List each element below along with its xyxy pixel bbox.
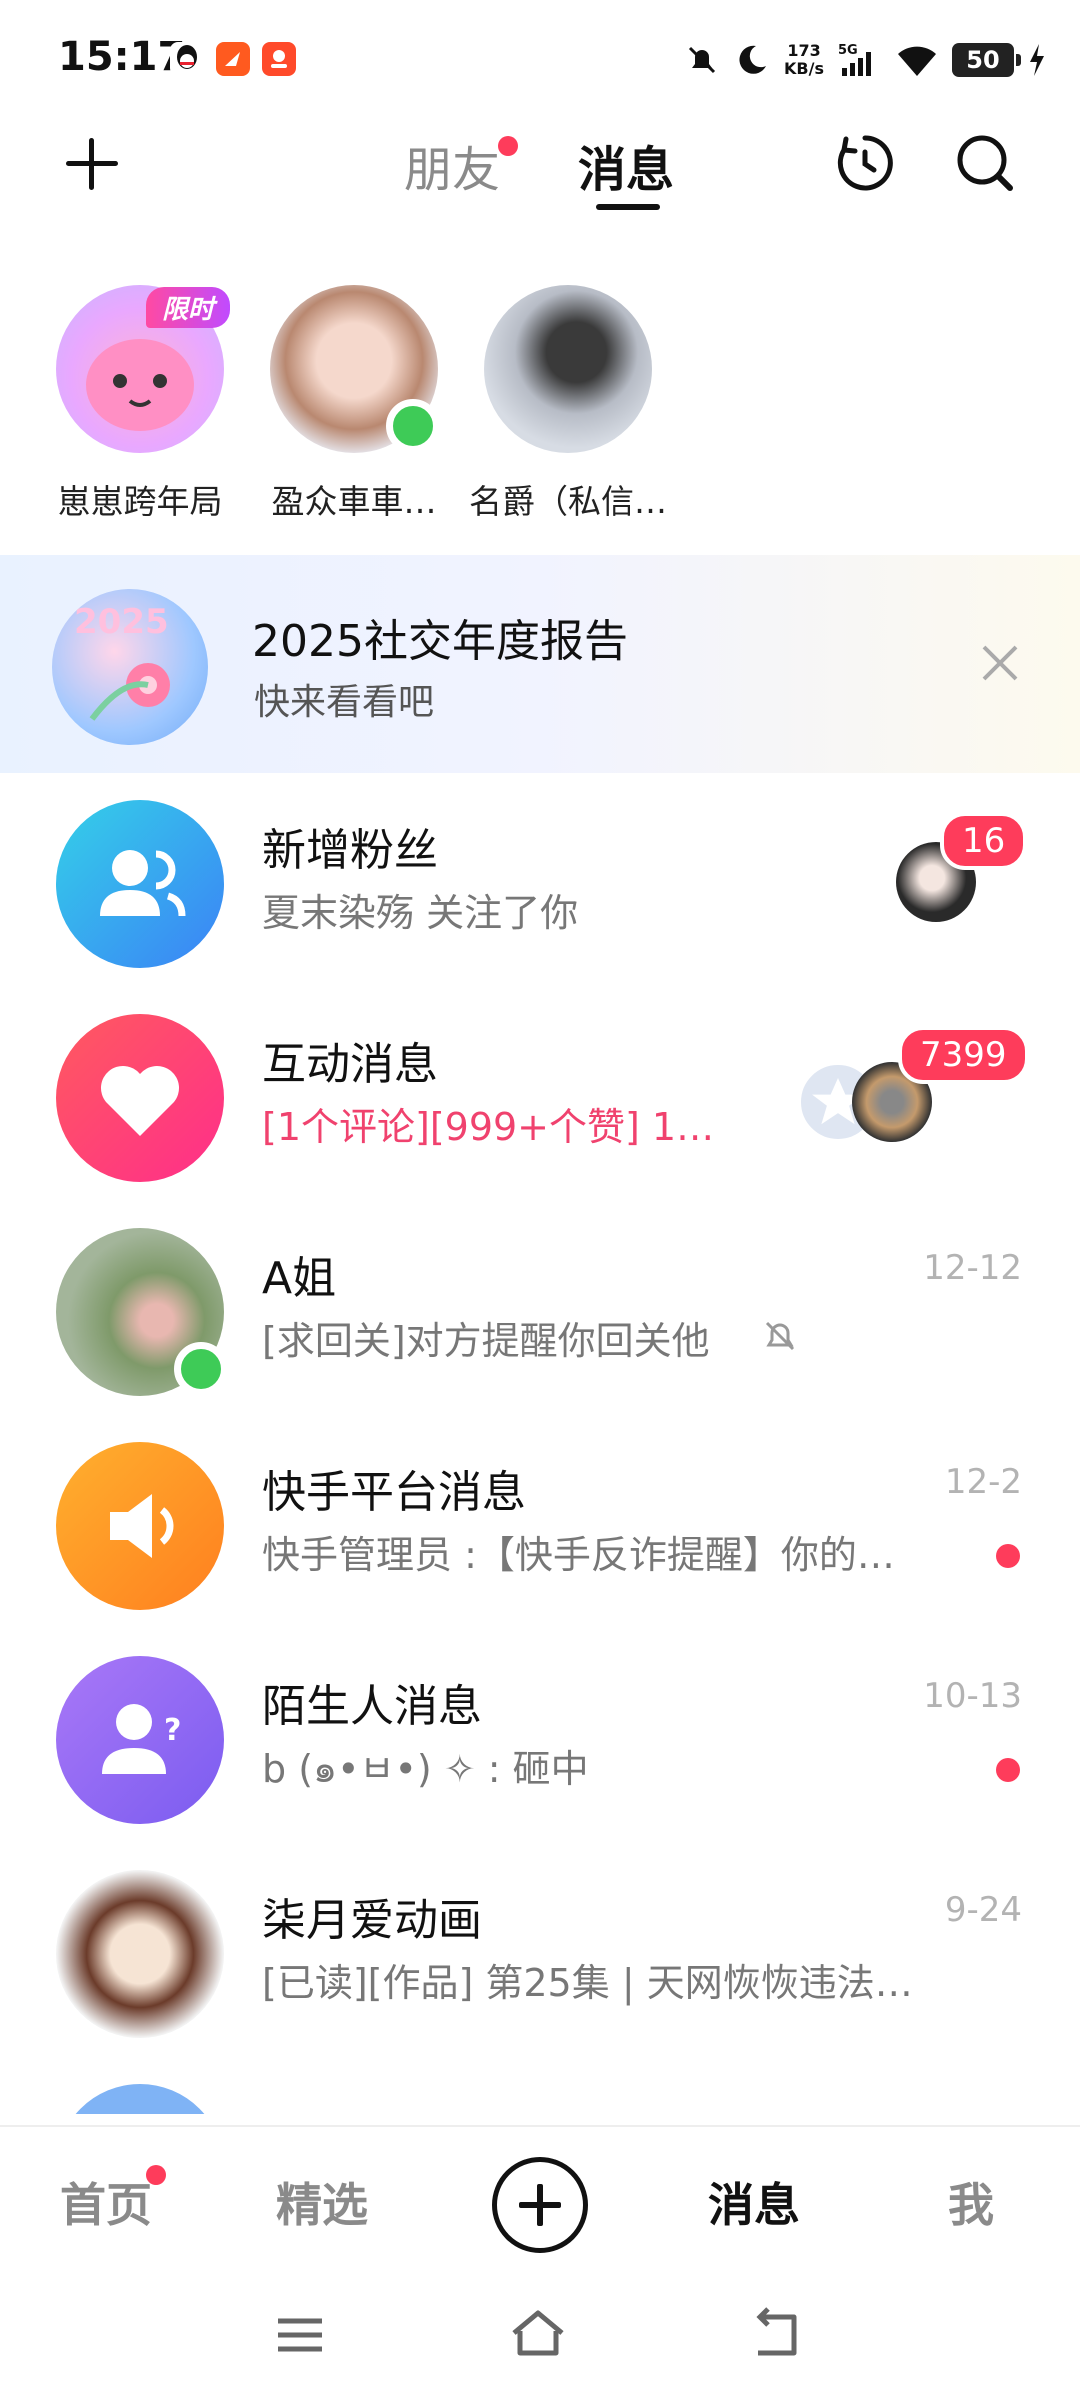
banner-subtitle: 快来看看吧: [254, 682, 435, 723]
annual-report-banner[interactable]: 2025 2025社交年度报告 快来看看吧: [0, 555, 1080, 773]
avatar: [484, 285, 652, 453]
list-item[interactable]: A姐 [求回关]对方提醒你回关他 12-12: [0, 1218, 1080, 1433]
list-item[interactable]: ? 陌生人消息 b (๑•ㅂ•) ✧ : 砸中 10-13: [0, 1646, 1080, 1861]
avatar: 限时: [56, 285, 230, 453]
nav-home[interactable]: 首页: [60, 2169, 152, 2235]
story-item[interactable]: 限时 崽崽跨年局: [40, 285, 240, 523]
mute-icon: [765, 1321, 795, 1351]
followers-icon: [56, 800, 224, 968]
nav-messages[interactable]: 消息: [708, 2169, 800, 2235]
svg-text:5G: 5G: [838, 43, 858, 58]
svg-text:2025: 2025: [74, 602, 169, 642]
online-indicator: [386, 399, 440, 453]
bottom-nav: 首页 精选 消息 我: [0, 2125, 1080, 2275]
home-icon[interactable]: [508, 2305, 568, 2365]
message-title: 新增粉丝: [262, 825, 438, 876]
svg-text:?: ?: [164, 1713, 181, 1748]
status-time: 15:17: [58, 34, 186, 80]
search-icon[interactable]: [952, 130, 1018, 196]
message-title: 柒月爱动画: [262, 1895, 482, 1946]
header: 朋友 消息: [0, 120, 1080, 250]
wifi-icon: [898, 46, 936, 76]
online-indicator: [174, 1342, 228, 1396]
charging-icon: [1030, 44, 1044, 76]
message-title: 快手平台消息: [262, 1467, 526, 1518]
close-icon[interactable]: [980, 643, 1020, 683]
nav-home-dot: [146, 2165, 166, 2185]
avatar: [56, 2084, 224, 2114]
limited-badge: 限时: [145, 287, 230, 328]
avatar: [56, 1228, 228, 1396]
unread-dot: [996, 1758, 1020, 1782]
add-button[interactable]: [62, 134, 122, 194]
avatar: [56, 1870, 224, 2038]
avatar: [270, 285, 440, 453]
message-preview: [求回关]对方提醒你回关他: [262, 1319, 710, 1363]
nav-me[interactable]: 我: [948, 2169, 994, 2235]
heart-icon: [56, 1014, 224, 1182]
unread-dot: [996, 1544, 1020, 1568]
stories-row: 限时 崽崽跨年局 盈众車車… 名爵（私信…: [0, 285, 1080, 525]
message-title: 互动消息: [262, 1039, 438, 1090]
battery-icon: 50: [952, 43, 1021, 77]
nav-featured[interactable]: 精选: [276, 2169, 368, 2235]
list-item[interactable]: 快手平台消息 快手管理员 :【快手反诈提醒】你的… 12-2: [0, 1432, 1080, 1647]
story-item[interactable]: 名爵（私信…: [468, 285, 668, 523]
create-button[interactable]: [492, 2157, 588, 2253]
back-icon[interactable]: [748, 2305, 808, 2365]
report-icon: 2025: [52, 589, 208, 745]
banner-title: 2025社交年度报告: [252, 616, 628, 667]
stranger-icon: ?: [56, 1656, 224, 1824]
list-item[interactable]: 柒月爱动画 [已读][作品] 第25集 | 天网恢恢违法… 9-24: [0, 1860, 1080, 2075]
message-preview: [1个评论][999+个赞] 1…: [262, 1105, 715, 1149]
history-icon[interactable]: [832, 130, 898, 196]
story-name: 崽崽跨年局: [57, 482, 223, 521]
message-preview: [已读][作品] 第25集 | 天网恢恢违法…: [262, 1961, 913, 2005]
story-name: 名爵（私信…: [469, 482, 667, 521]
tab-underline: [596, 204, 660, 210]
unread-count-badge: 16: [940, 812, 1028, 870]
unread-count-badge: 7399: [898, 1026, 1029, 1084]
list-item[interactable]: 新增粉丝 夏末染殇 关注了你 16: [0, 790, 1080, 1005]
network-speed: 173 KB/s: [784, 41, 824, 78]
signal-icon: 5G: [838, 43, 871, 76]
story-name: 盈众車車…: [271, 482, 437, 521]
message-time: 12-2: [944, 1462, 1022, 1502]
tab-friends[interactable]: 朋友: [404, 130, 500, 200]
message-title: A姐: [262, 1253, 337, 1304]
status-bar: 15:17 173 KB/s 5G 50: [0, 0, 1080, 120]
moon-icon: [739, 45, 767, 74]
message-time: 12-12: [923, 1248, 1022, 1288]
system-nav: [0, 2275, 1080, 2400]
status-indicators: 173 KB/s 5G 50: [684, 36, 1046, 84]
message-preview: 快手管理员 :【快手反诈提醒】你的…: [262, 1533, 895, 1577]
mute-icon: [688, 46, 716, 74]
qq-icon: [170, 42, 204, 76]
list-item[interactable]: 互动消息 [1个评论][999+个赞] 1… 7399: [0, 1004, 1080, 1219]
speaker-icon: [56, 1442, 224, 1610]
tab-friends-dot: [498, 136, 518, 156]
message-time: 9-24: [944, 1890, 1022, 1930]
story-item[interactable]: 盈众車車…: [254, 285, 454, 523]
app-orange-icon: [216, 42, 250, 76]
app-red-icon: [262, 42, 296, 76]
list-item[interactable]: [0, 2074, 1080, 2114]
message-time: 10-13: [923, 1676, 1022, 1716]
message-preview: 夏末染殇 关注了你: [262, 891, 579, 935]
menu-icon[interactable]: [270, 2305, 330, 2365]
message-title: 陌生人消息: [262, 1681, 482, 1732]
tab-messages[interactable]: 消息: [578, 130, 674, 200]
message-preview: b (๑•ㅂ•) ✧ : 砸中: [262, 1747, 589, 1791]
